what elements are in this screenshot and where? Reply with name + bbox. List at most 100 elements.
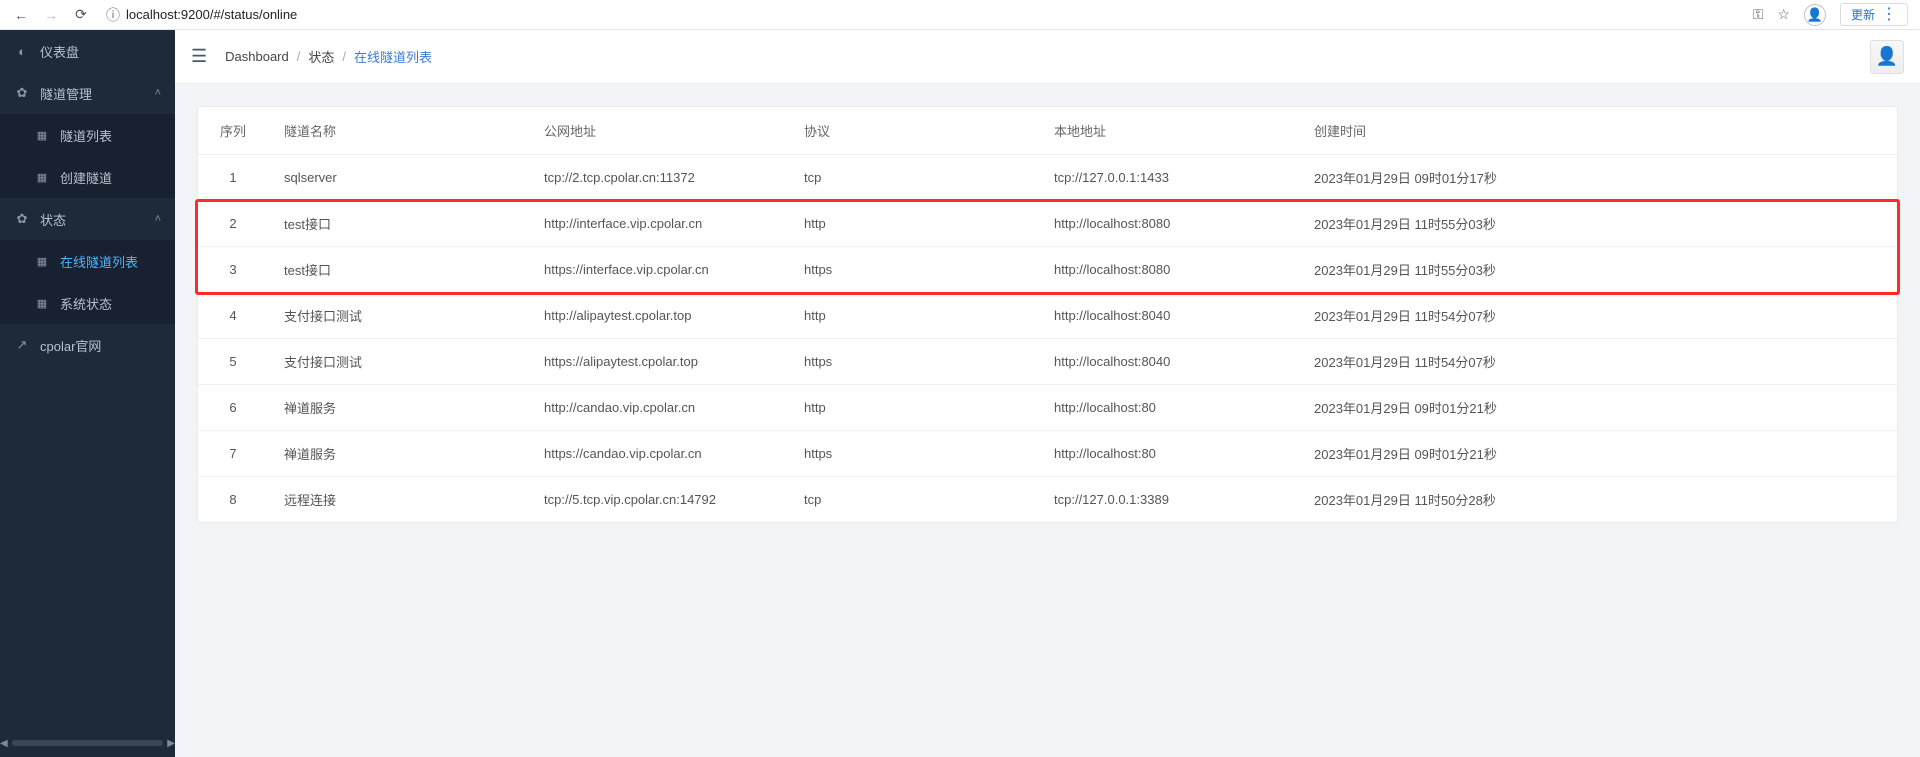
table-row: 5支付接口测试https://alipaytest.cpolar.tophttp…	[198, 339, 1897, 385]
cell-proto: https	[788, 339, 1038, 385]
cell-index: 2	[198, 201, 268, 247]
update-button[interactable]: 更新 ⋮	[1840, 3, 1908, 26]
password-key-icon[interactable]: ⚿	[1753, 6, 1764, 23]
reload-icon[interactable]: ⟳	[72, 6, 90, 23]
cell-name: 禅道服务	[268, 385, 528, 431]
cell-local: http://localhost:8080	[1038, 247, 1298, 293]
cell-url: https://interface.vip.cpolar.cn	[528, 247, 788, 293]
main-area: ☰ Dashboard / 状态 / 在线隧道列表 👤 序列 隧道名称	[175, 30, 1920, 757]
address-bar[interactable]: ⓘ localhost:9200/#/status/online	[106, 5, 1753, 25]
breadcrumb: Dashboard / 状态 / 在线隧道列表	[225, 47, 432, 66]
sidebar-item-5[interactable]: ▦ 在线隧道列表	[0, 240, 175, 282]
cell-proto: http	[788, 293, 1038, 339]
th-proto: 协议	[788, 107, 1038, 155]
cell-name: sqlserver	[268, 155, 528, 201]
cell-time: 2023年01月29日 09时01分17秒	[1298, 155, 1897, 201]
cell-index: 1	[198, 155, 268, 201]
breadcrumb-sep: /	[342, 49, 346, 64]
sidebar-item-label: 状态	[40, 210, 66, 229]
cell-time: 2023年01月29日 11时54分07秒	[1298, 339, 1897, 385]
table-row: 8远程连接tcp://5.tcp.vip.cpolar.cn:14792tcpt…	[198, 477, 1897, 523]
sidebar-icon: ↗	[14, 337, 30, 353]
th-url: 公网地址	[528, 107, 788, 155]
cell-name: 远程连接	[268, 477, 528, 523]
cell-index: 6	[198, 385, 268, 431]
cell-time: 2023年01月29日 09时01分21秒	[1298, 431, 1897, 477]
browser-menu-icon[interactable]: ⋮	[1881, 7, 1897, 23]
update-button-label: 更新	[1851, 6, 1875, 23]
cell-index: 3	[198, 247, 268, 293]
cell-name: 支付接口测试	[268, 293, 528, 339]
table-row: 6禅道服务http://candao.vip.cpolar.cnhttphttp…	[198, 385, 1897, 431]
sidebar-icon: ▦	[34, 129, 50, 142]
cell-url: http://interface.vip.cpolar.cn	[528, 201, 788, 247]
sidebar-icon: ◐	[14, 44, 30, 59]
cell-index: 4	[198, 293, 268, 339]
breadcrumb-current: 在线隧道列表	[354, 47, 432, 66]
sidebar-icon: ✿	[14, 85, 30, 101]
bookmark-star-icon[interactable]: ☆	[1777, 6, 1790, 23]
chevron-up-icon: ˄	[155, 213, 161, 225]
cell-name: test接口	[268, 247, 528, 293]
forward-icon[interactable]: →	[42, 7, 60, 23]
sidebar-item-label: 仪表盘	[40, 42, 79, 61]
sidebar-item-3[interactable]: ▦创建隧道	[0, 156, 175, 198]
sidebar-scrollbar[interactable]: ◀▶	[0, 739, 175, 747]
chevron-up-icon: ˄	[155, 87, 161, 99]
sidebar-icon: ✿	[14, 211, 30, 227]
th-name: 隧道名称	[268, 107, 528, 155]
cell-time: 2023年01月29日 09时01分21秒	[1298, 385, 1897, 431]
sidebar-item-label: 系统状态	[60, 294, 112, 313]
menu-toggle-icon[interactable]: ☰	[191, 46, 207, 67]
sidebar-icon: ▦	[34, 255, 50, 268]
sidebar: ◐ 仪表盘 ✿ 隧道管理 ˄ ▦ 隧道列表 ▦创建隧道 ✿ 状态 ˄ ▦ 在线隧道列表 ▦系统状态 ↗ cpo…	[0, 30, 175, 757]
sidebar-item-4[interactable]: ✿ 状态 ˄	[0, 198, 175, 240]
sidebar-item-label: cpolar官网	[40, 336, 101, 355]
cell-local: http://localhost:80	[1038, 431, 1298, 477]
breadcrumb-sep: /	[297, 49, 301, 64]
sidebar-item-2[interactable]: ▦ 隧道列表	[0, 114, 175, 156]
profile-avatar-icon[interactable]: 👤	[1804, 4, 1826, 26]
cell-name: 支付接口测试	[268, 339, 528, 385]
th-index: 序列	[198, 107, 268, 155]
breadcrumb-status[interactable]: 状态	[308, 47, 334, 66]
cell-index: 8	[198, 477, 268, 523]
site-info-icon[interactable]: ⓘ	[106, 5, 120, 25]
table-row: 2test接口http://interface.vip.cpolar.cnhtt…	[198, 201, 1897, 247]
cell-time: 2023年01月29日 11时54分07秒	[1298, 293, 1897, 339]
page-header: ☰ Dashboard / 状态 / 在线隧道列表 👤	[175, 30, 1920, 84]
cell-local: http://localhost:8040	[1038, 339, 1298, 385]
cell-proto: https	[788, 247, 1038, 293]
sidebar-item-label: 在线隧道列表	[60, 252, 138, 271]
sidebar-item-7[interactable]: ↗ cpolar官网	[0, 324, 175, 366]
cell-name: test接口	[268, 201, 528, 247]
sidebar-item-label: 隧道列表	[60, 126, 112, 145]
sidebar-item-label: 创建隧道	[60, 168, 112, 187]
sidebar-item-label: 隧道管理	[40, 84, 92, 103]
cell-proto: tcp	[788, 155, 1038, 201]
user-avatar[interactable]: 👤	[1870, 40, 1904, 74]
cell-url: https://candao.vip.cpolar.cn	[528, 431, 788, 477]
cell-local: tcp://127.0.0.1:1433	[1038, 155, 1298, 201]
cell-local: http://localhost:8040	[1038, 293, 1298, 339]
cell-name: 禅道服务	[268, 431, 528, 477]
th-time: 创建时间	[1298, 107, 1897, 155]
breadcrumb-dashboard[interactable]: Dashboard	[225, 49, 289, 64]
browser-toolbar: ← → ⟳ ⓘ localhost:9200/#/status/online ⚿…	[0, 0, 1920, 30]
table-header-row: 序列 隧道名称 公网地址 协议 本地地址 创建时间	[198, 107, 1897, 155]
cell-url: tcp://5.tcp.vip.cpolar.cn:14792	[528, 477, 788, 523]
cell-proto: http	[788, 201, 1038, 247]
back-icon[interactable]: ←	[12, 7, 30, 23]
sidebar-item-6[interactable]: ▦系统状态	[0, 282, 175, 324]
table-row: 1sqlservertcp://2.tcp.cpolar.cn:11372tcp…	[198, 155, 1897, 201]
cell-local: tcp://127.0.0.1:3389	[1038, 477, 1298, 523]
cell-time: 2023年01月29日 11时55分03秒	[1298, 247, 1897, 293]
th-local: 本地地址	[1038, 107, 1298, 155]
cell-url: http://candao.vip.cpolar.cn	[528, 385, 788, 431]
sidebar-item-1[interactable]: ✿ 隧道管理 ˄	[0, 72, 175, 114]
sidebar-item-0[interactable]: ◐ 仪表盘	[0, 30, 175, 72]
tunnel-table: 序列 隧道名称 公网地址 协议 本地地址 创建时间 1sqlserver tcp:…	[198, 107, 1897, 522]
cell-time: 2023年01月29日 11时50分28秒	[1298, 477, 1897, 523]
table-row: 4支付接口测试http://alipaytest.cpolar.tophttph…	[198, 293, 1897, 339]
tunnel-table-card: 序列 隧道名称 公网地址 协议 本地地址 创建时间 1sqlserver tcp:…	[197, 106, 1898, 523]
